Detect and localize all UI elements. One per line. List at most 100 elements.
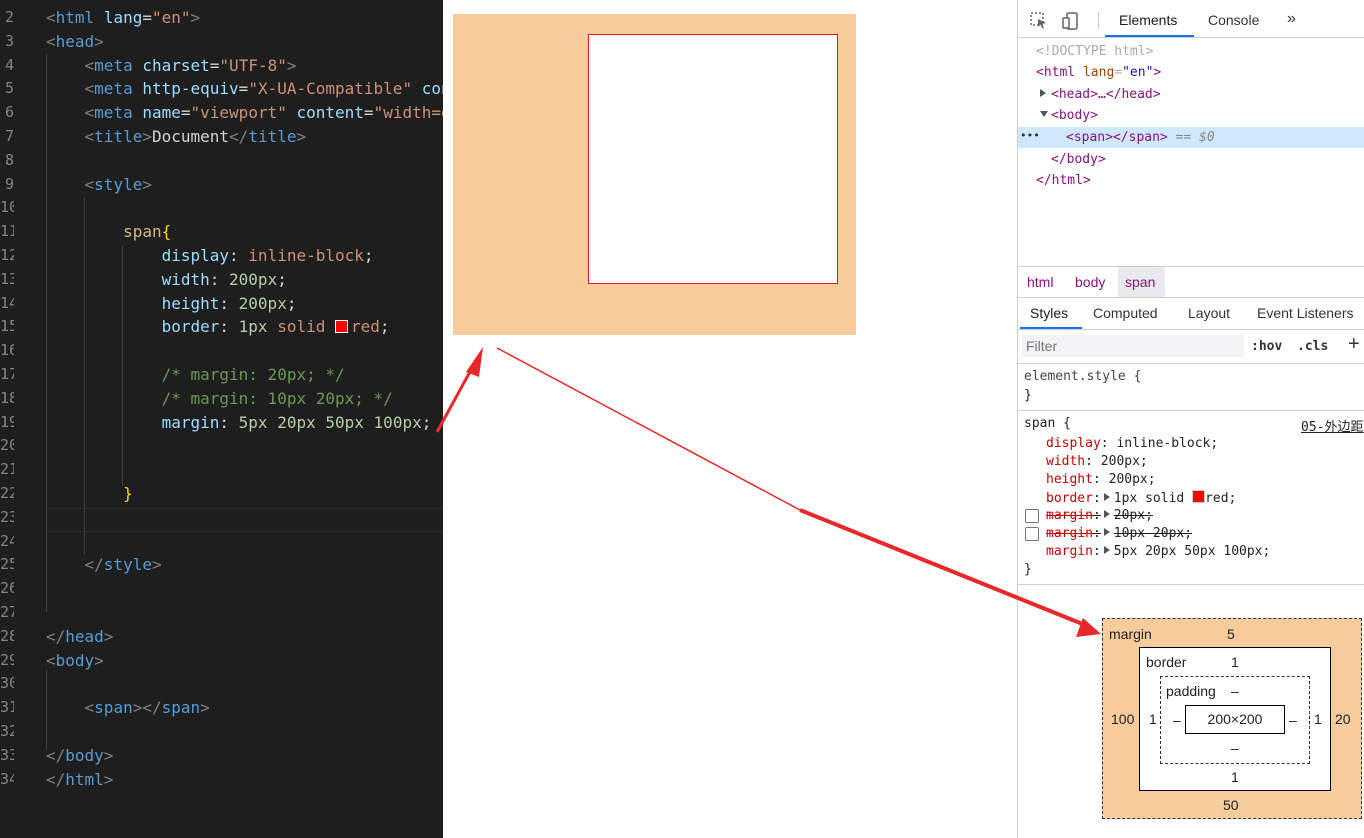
breadcrumb-body[interactable]: body — [1075, 274, 1105, 290]
code-token: < — [84, 55, 95, 75]
hov-button[interactable]: :hov — [1251, 339, 1282, 354]
code-token: http-equiv — [142, 79, 239, 99]
decl-height-prop: height — [1046, 472, 1093, 487]
inspect-icon[interactable] — [1030, 12, 1048, 35]
expand-arrow-icon[interactable] — [1040, 89, 1046, 97]
decl-toggle-checkbox[interactable] — [1025, 527, 1039, 541]
toolbar-divider — [1098, 12, 1099, 30]
box-model-margin-top: 5 — [1227, 626, 1235, 642]
dom-body-open[interactable]: <body> — [1040, 108, 1098, 123]
code-token: ; — [277, 269, 287, 289]
code-token: ; — [286, 293, 297, 313]
line-number: 12 — [0, 246, 14, 264]
span-element[interactable] — [588, 34, 838, 284]
expand-arrow-icon[interactable] — [1103, 510, 1110, 518]
code-token: = — [209, 55, 220, 75]
code-token: title — [94, 127, 143, 146]
line-number: 24 — [0, 531, 14, 550]
box-model-padding[interactable]: padding – – – – 200×200 — [1160, 676, 1310, 764]
line-number: 29 — [0, 650, 14, 669]
code-token: display — [161, 246, 230, 265]
code-token: "width=d — [373, 103, 443, 123]
dom-selected-dots[interactable]: ••• — [1020, 129, 1040, 142]
dom-html-eq: = — [1114, 65, 1123, 80]
box-model-border-label: border — [1146, 654, 1187, 670]
tab-console[interactable]: Console — [1208, 12, 1259, 28]
decl-display-val: inline-block; — [1116, 436, 1219, 451]
code-token: > — [103, 769, 114, 789]
decl-toggle-checkbox[interactable] — [1025, 509, 1039, 523]
color-swatch-icon[interactable] — [1192, 490, 1206, 503]
decl-margin-overridden-2[interactable]: margin: 10px 20px; — [1046, 526, 1192, 541]
box-model-padding-right: – — [1289, 712, 1297, 728]
expand-arrow-icon[interactable] — [1103, 528, 1110, 536]
code-token: title — [248, 127, 297, 146]
devtools-panel: Elements Console » <!DOCTYPE html> <html… — [1017, 0, 1364, 838]
code-editor[interactable]: 2 3 4 5 6 7 8 9 10 11 12 13 14 15 16 17 18 19 20 21 22 23 24 25… — [0, 0, 443, 838]
indent-guide — [122, 246, 123, 486]
dom-html-close[interactable]: </html> — [1036, 173, 1091, 188]
code-line: <meta http-equiv="X-UA-Compatible" con — [46, 79, 443, 98]
line-number: 33 — [0, 745, 14, 764]
code-line: <html lang="en"> — [46, 8, 200, 27]
rule-source-link[interactable]: 05-外边距 — [1301, 416, 1363, 435]
dom-body-close[interactable]: </body> — [1051, 152, 1106, 167]
code-token: = — [363, 103, 374, 123]
decl-width[interactable]: width: 200px; — [1046, 454, 1148, 469]
more-tabs-icon[interactable]: » — [1287, 10, 1296, 28]
decl-margin[interactable]: margin: 5px 20px 50px 100px; — [1046, 544, 1270, 559]
element-style-selector[interactable]: element.style { — [1024, 369, 1141, 384]
decl-display[interactable]: display: inline-block; — [1046, 436, 1218, 451]
expand-arrow-icon[interactable] — [1103, 546, 1110, 554]
box-model-border[interactable]: border 1 1 1 1 padding – – – – 200×200 — [1139, 647, 1331, 791]
code-token: </ — [46, 626, 66, 646]
dom-doctype[interactable]: <!DOCTYPE html> — [1036, 44, 1153, 59]
element-style-close: } — [1024, 388, 1032, 403]
code-token: : — [219, 412, 239, 432]
dom-head-collapsed[interactable]: <head>…</head> — [1040, 87, 1161, 102]
breadcrumb-html[interactable]: html — [1027, 274, 1053, 290]
code-token: solid — [277, 317, 326, 337]
tab-event-listeners[interactable]: Event Listeners — [1257, 305, 1354, 321]
code-token: > — [142, 174, 152, 194]
decl-height[interactable]: height: 200px; — [1046, 472, 1156, 487]
dom-html-open[interactable]: <html lang="en"> — [1036, 65, 1161, 80]
add-rule-button[interactable]: + — [1348, 333, 1360, 356]
dom-body-text: <body> — [1051, 108, 1098, 123]
dom-selected-span[interactable]: <span></span> == $0 — [1066, 130, 1215, 145]
box-model-margin[interactable]: margin 5 100 20 50 border 1 1 1 1 paddin… — [1102, 618, 1362, 819]
tab-layout[interactable]: Layout — [1188, 305, 1230, 321]
collapse-arrow-icon[interactable] — [1040, 111, 1048, 117]
filter-input[interactable] — [1022, 335, 1244, 357]
tab-elements[interactable]: Elements — [1119, 12, 1177, 28]
cls-button[interactable]: .cls — [1297, 339, 1328, 354]
code-token: 200px — [229, 269, 278, 289]
line-number: 10 — [0, 198, 14, 217]
decl-border[interactable]: border: 1px solid red; — [1046, 490, 1236, 506]
tab-computed[interactable]: Computed — [1093, 305, 1158, 321]
code-token: "UTF-8" — [219, 55, 287, 75]
code-line: </html> — [46, 770, 113, 789]
rule-selector[interactable]: span { — [1024, 416, 1071, 431]
device-toolbar-icon[interactable] — [1062, 12, 1080, 35]
code-line: <head> — [46, 32, 104, 51]
code-token: > — [94, 31, 104, 51]
box-model-content[interactable]: 200×200 — [1185, 705, 1285, 734]
code-token: < — [84, 698, 95, 718]
line-number: 18 — [0, 388, 14, 407]
expand-arrow-icon[interactable] — [1103, 493, 1110, 501]
code-token: span — [123, 222, 162, 242]
tab-styles[interactable]: Styles — [1030, 305, 1068, 321]
line-number: 6 — [4, 103, 14, 122]
decl-margin-overridden-1[interactable]: margin: 20px; — [1046, 508, 1153, 523]
line-number: 19 — [0, 412, 14, 431]
code-token: > — [103, 745, 114, 765]
breadcrumb-span[interactable]: span — [1125, 274, 1155, 290]
